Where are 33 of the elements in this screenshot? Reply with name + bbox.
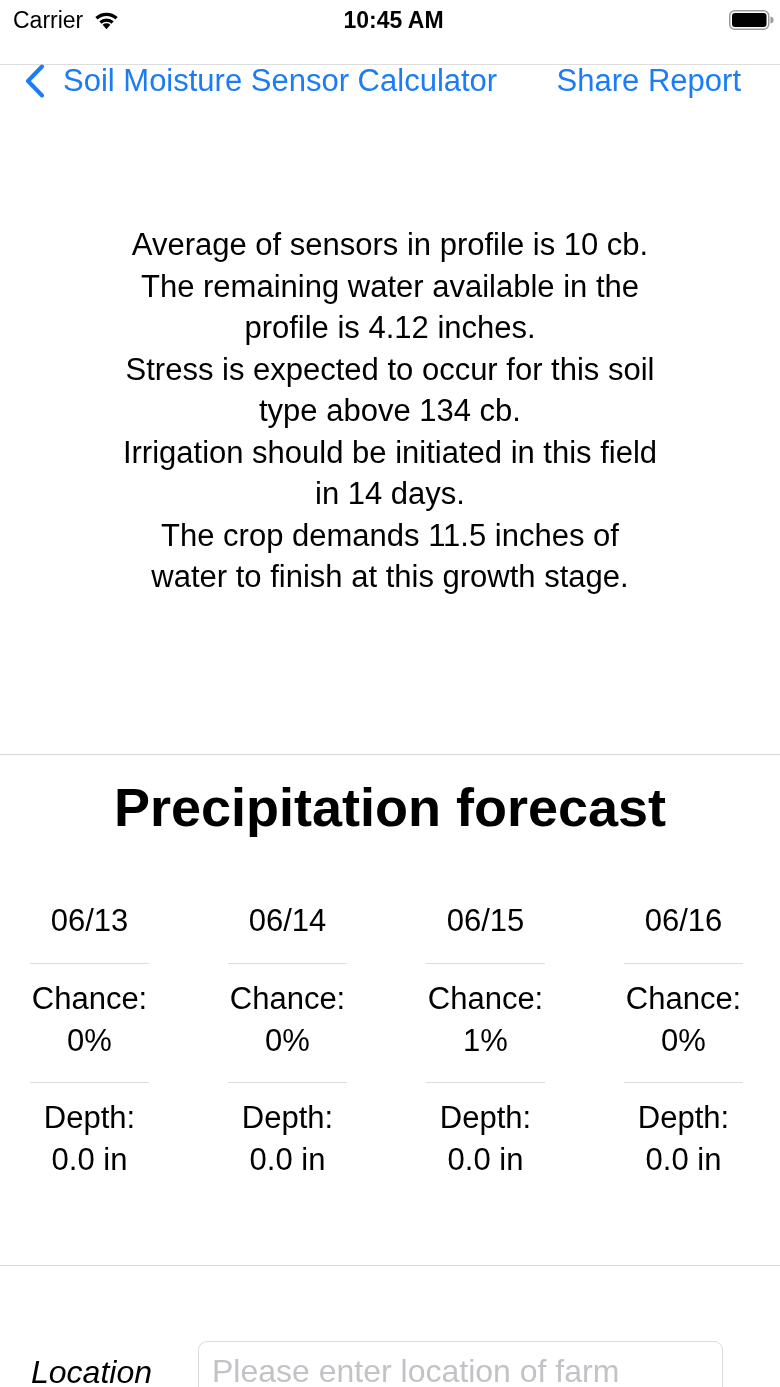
location-label: Location [31,1352,152,1387]
summary-sentence: Irrigation should be initiated in this field in 14 days. [121,433,659,513]
depth-value: 0.0 in [645,1140,722,1179]
depth-label: Depth: [241,1098,334,1137]
chance-label: Chance: [427,979,544,1018]
carrier-name: Carrier [13,6,84,34]
depth-label: Depth: [43,1098,136,1137]
chance-label: Chance: [31,979,148,1018]
chance-label: Chance: [229,979,346,1018]
chance-value: 0% [67,1021,112,1060]
location-input-field[interactable]: Please enter location of farm [198,1340,723,1387]
battery-icon [729,10,774,30]
status-time: 10:45 AM [343,6,444,34]
share-report-button[interactable]: Share Report [556,62,741,99]
summary-sentence: Average of sensors in profile is 10 cb. [130,226,650,264]
summary-sentence: The remaining water available in the profile is 4.12 inches. [140,267,640,347]
depth-value: 0.0 in [249,1140,326,1179]
chevron-left-icon [25,63,45,98]
summary-sentence: Stress is expected to occur for this soil type above 134 cb. [124,350,656,430]
chance-value: 0% [265,1021,310,1060]
forecast-date: 06/15 [446,901,525,940]
summary-sentence: The crop demands 11.5 inches of water to finish at this growth stage. [150,516,630,596]
chance-value: 0% [661,1021,706,1060]
depth-value: 0.0 in [51,1140,128,1179]
forecast-date: 06/14 [248,901,327,940]
depth-label: Depth: [439,1098,532,1137]
forecast-date: 06/16 [644,901,723,940]
chance-label: Chance: [625,979,742,1018]
forecast-date: 06/13 [50,901,129,940]
chance-value: 1% [463,1021,508,1060]
depth-value: 0.0 in [447,1140,524,1179]
depth-label: Depth: [637,1098,730,1137]
forecast-title: Precipitation forecast [112,776,668,837]
